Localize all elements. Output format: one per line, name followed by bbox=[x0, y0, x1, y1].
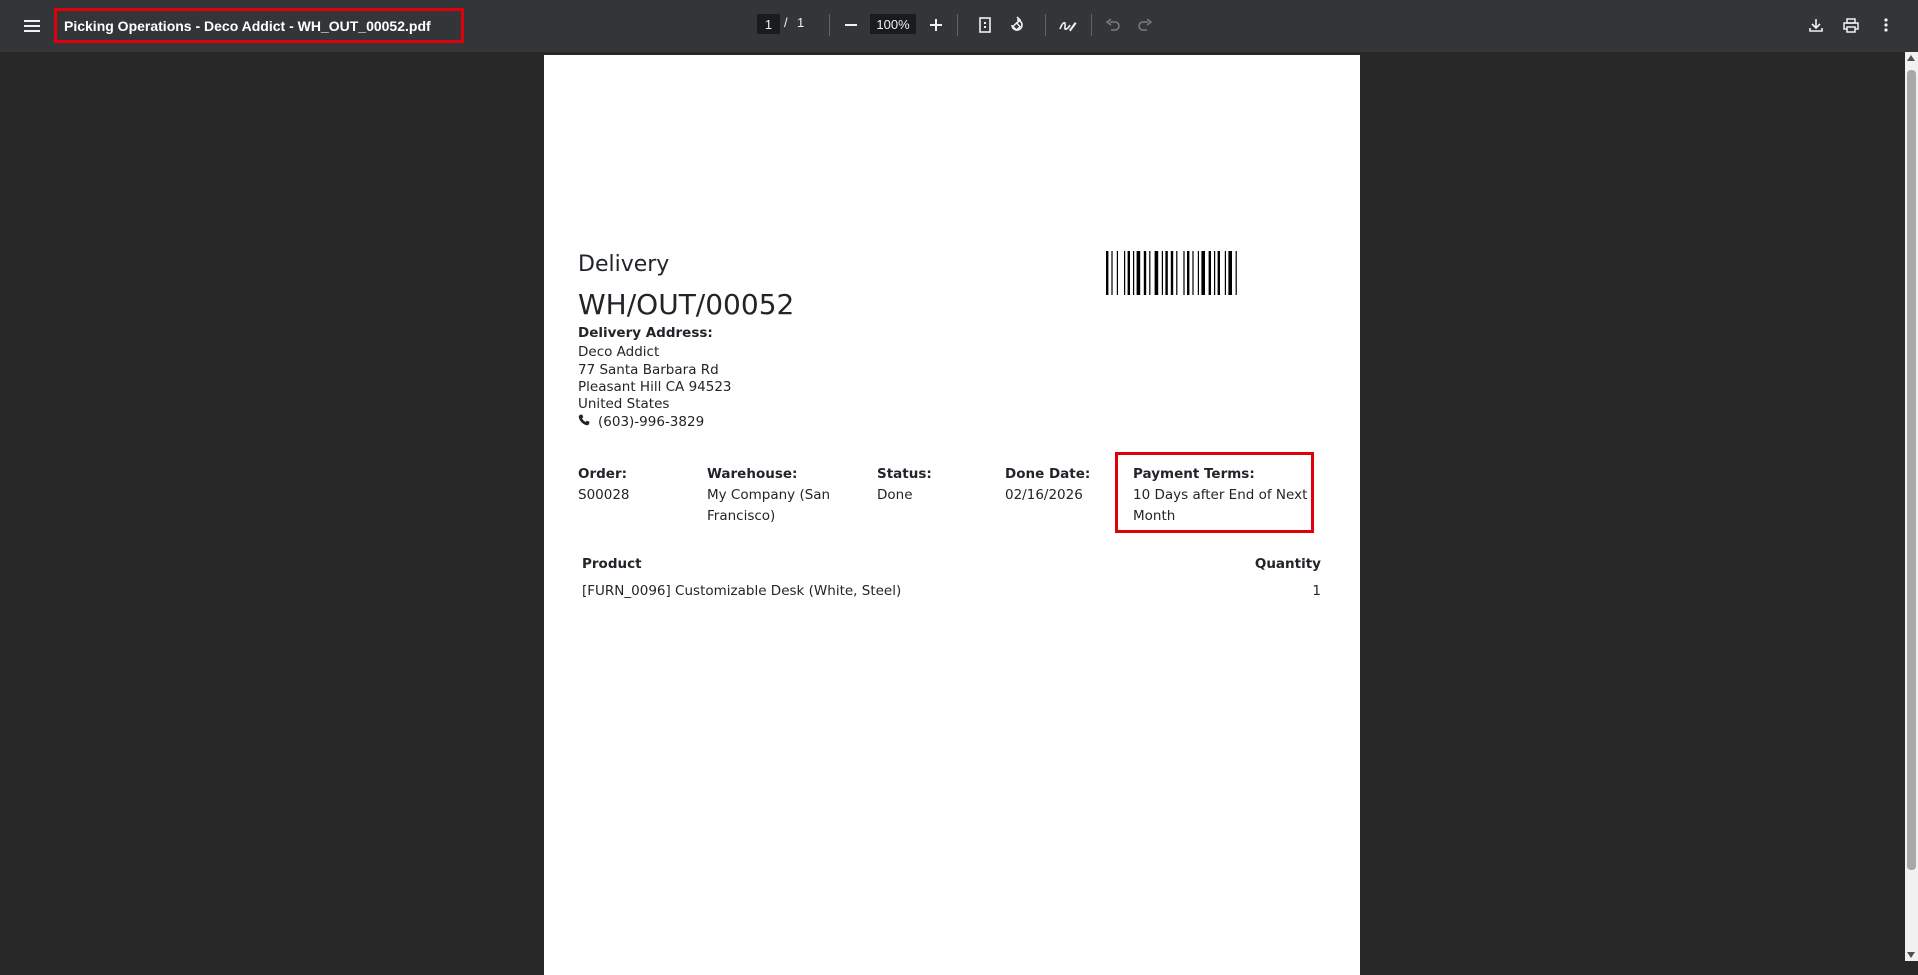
page-number-input[interactable]: 1 bbox=[757, 14, 780, 34]
table-row-product: [FURN_0096] Customizable Desk (White, St… bbox=[582, 583, 902, 599]
print-icon[interactable] bbox=[1839, 13, 1863, 37]
page-total: 1 bbox=[797, 15, 805, 30]
barcode bbox=[1106, 251, 1237, 295]
warehouse-value-line1: My Company (San bbox=[707, 487, 831, 503]
address-city: Pleasant Hill CA 94523 bbox=[578, 379, 732, 395]
scrollbar-thumb[interactable] bbox=[1907, 70, 1916, 870]
done-date-label: Done Date: bbox=[1005, 466, 1091, 482]
delivery-address-label: Delivery Address: bbox=[578, 325, 713, 341]
zoom-out-icon[interactable] bbox=[840, 14, 862, 36]
document-title: Picking Operations - Deco Addict - WH_OU… bbox=[64, 17, 431, 34]
table-row-quantity: 1 bbox=[1312, 583, 1321, 599]
status-column: Status: Done bbox=[877, 464, 932, 506]
status-value: Done bbox=[877, 487, 913, 503]
address-phone-row: (603)-996-3829 bbox=[578, 414, 704, 430]
more-options-icon[interactable] bbox=[1876, 13, 1896, 37]
download-icon[interactable] bbox=[1804, 13, 1828, 37]
toolbar-divider bbox=[829, 14, 830, 36]
payment-terms-value-line2: Month bbox=[1133, 508, 1176, 524]
annotate-icon[interactable] bbox=[1056, 13, 1080, 37]
zoom-in-icon[interactable] bbox=[925, 14, 947, 36]
payment-terms-value-line1: 10 Days after End of Next bbox=[1133, 487, 1308, 503]
done-date-value: 02/16/2026 bbox=[1005, 487, 1083, 503]
order-label: Order: bbox=[578, 466, 628, 482]
address-country: United States bbox=[578, 396, 670, 412]
vertical-scrollbar[interactable] bbox=[1905, 52, 1918, 961]
payment-terms-label: Payment Terms: bbox=[1133, 466, 1255, 482]
toolbar-divider bbox=[1091, 14, 1092, 36]
address-name: Deco Addict bbox=[578, 344, 660, 360]
warehouse-column: Warehouse: My Company (San Francisco) bbox=[707, 464, 830, 527]
phone-number: (603)-996-3829 bbox=[598, 414, 705, 430]
scroll-down-arrow-icon[interactable] bbox=[1907, 952, 1915, 958]
scroll-up-arrow-icon[interactable] bbox=[1907, 55, 1915, 61]
product-column-header: Product bbox=[582, 556, 642, 572]
pdf-page: Delivery WH/OUT/00052 Delivery Address: … bbox=[544, 55, 1360, 975]
order-value: S00028 bbox=[578, 487, 630, 503]
address-street: 77 Santa Barbara Rd bbox=[578, 362, 719, 378]
zoom-level-input[interactable]: 100% bbox=[870, 14, 916, 34]
order-column: Order: S00028 bbox=[578, 464, 630, 506]
done-date-column: Done Date: 02/16/2026 bbox=[1005, 464, 1090, 506]
fit-page-icon[interactable] bbox=[974, 13, 996, 37]
warehouse-label: Warehouse: bbox=[707, 466, 798, 482]
pdf-toolbar: Picking Operations - Deco Addict - WH_OU… bbox=[0, 0, 1918, 52]
menu-icon[interactable] bbox=[20, 14, 44, 38]
document-reference: WH/OUT/00052 bbox=[578, 288, 795, 321]
redo-icon[interactable] bbox=[1134, 14, 1156, 36]
document-heading: Delivery bbox=[578, 252, 670, 277]
document-title-box: Picking Operations - Deco Addict - WH_OU… bbox=[54, 8, 464, 43]
quantity-column-header: Quantity bbox=[1254, 556, 1321, 572]
warehouse-value-line2: Francisco) bbox=[707, 508, 776, 524]
status-label: Status: bbox=[877, 466, 932, 482]
undo-icon[interactable] bbox=[1102, 14, 1124, 36]
page-separator: / bbox=[784, 15, 788, 30]
payment-terms-column: Payment Terms: 10 Days after End of Next… bbox=[1133, 464, 1307, 527]
toolbar-divider bbox=[957, 14, 958, 36]
phone-icon bbox=[578, 414, 592, 430]
rotate-icon[interactable] bbox=[1006, 13, 1028, 37]
toolbar-divider bbox=[1045, 14, 1046, 36]
